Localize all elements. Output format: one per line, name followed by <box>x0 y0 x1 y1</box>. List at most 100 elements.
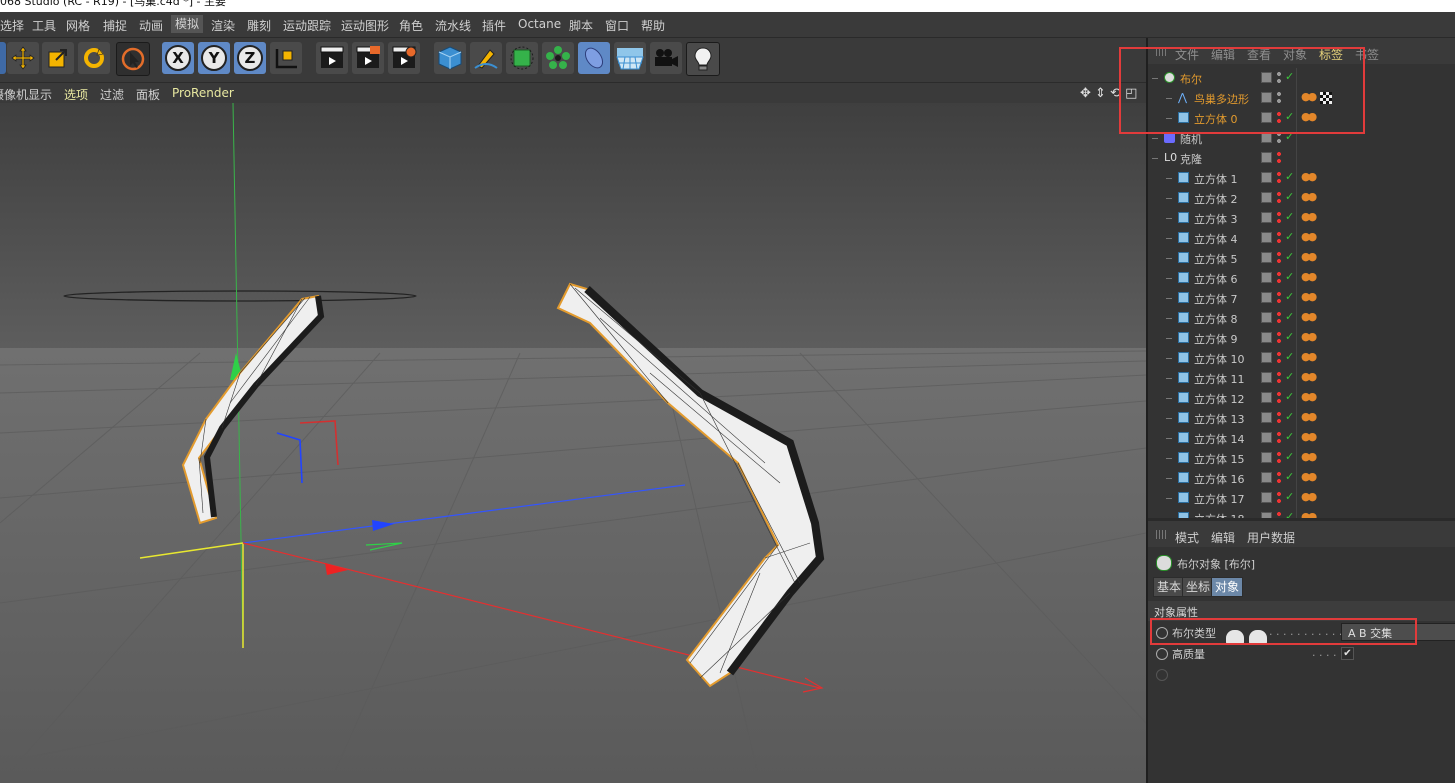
object-row[interactable]: L0 克隆 <box>1148 148 1455 168</box>
am-menu-user-data[interactable]: 用户数据 <box>1247 529 1295 546</box>
layer-swatch[interactable] <box>1261 492 1272 503</box>
object-row[interactable]: 立方体 13 ✓ ●● <box>1148 408 1455 428</box>
material-tag-icon[interactable]: ●● <box>1301 450 1317 463</box>
layer-swatch[interactable] <box>1261 472 1272 483</box>
layer-swatch[interactable] <box>1261 192 1272 203</box>
object-name[interactable]: 立方体 6 <box>1194 271 1238 287</box>
enabled-check-icon[interactable]: ✓ <box>1285 210 1294 223</box>
object-name[interactable]: 立方体 9 <box>1194 331 1238 347</box>
subdivision-icon[interactable] <box>506 42 538 74</box>
enabled-check-icon[interactable]: ✓ <box>1285 390 1294 403</box>
material-tag-icon[interactable]: ●● <box>1301 490 1317 503</box>
layer-swatch[interactable] <box>1261 252 1272 263</box>
menu-simulate[interactable]: 模拟 <box>171 15 204 33</box>
object-name[interactable]: 鸟巢多边形 <box>1194 91 1249 107</box>
object-row[interactable]: 立方体 2 ✓ ●● <box>1148 188 1455 208</box>
viewport-menu-panel[interactable]: 面板 <box>136 86 160 103</box>
boolean-type-dropdown[interactable]: A B 交集 <box>1341 623 1455 641</box>
tab-object[interactable]: 对象 <box>1211 577 1244 597</box>
visibility-dots-icon[interactable] <box>1277 391 1281 405</box>
tab-coordinates[interactable]: 坐标 <box>1182 577 1215 597</box>
visibility-dots-icon[interactable] <box>1277 211 1281 225</box>
rotate-icon[interactable] <box>78 42 110 74</box>
object-name[interactable]: 立方体 13 <box>1194 411 1245 427</box>
scale-icon[interactable] <box>42 42 74 74</box>
menu-animate[interactable]: 动画 <box>139 17 163 34</box>
object-name[interactable]: 立方体 17 <box>1194 491 1245 507</box>
move-icon[interactable] <box>7 42 39 74</box>
om-menu-objects[interactable]: 对象 <box>1283 46 1307 63</box>
om-menu-tags[interactable]: 标签 <box>1319 46 1343 63</box>
enabled-check-icon[interactable]: ✓ <box>1285 450 1294 463</box>
high-quality-checkbox[interactable]: ✔ <box>1341 647 1354 660</box>
material-tag-icon[interactable]: ●● <box>1301 110 1317 123</box>
checker-texture-tag-icon[interactable] <box>1320 92 1332 104</box>
menu-select[interactable]: 选择 <box>0 17 24 34</box>
enabled-check-icon[interactable]: ✓ <box>1285 470 1294 483</box>
x-axis-icon[interactable]: X <box>162 42 194 74</box>
menu-snap[interactable]: 捕捉 <box>103 17 127 34</box>
menu-sculpt[interactable]: 雕刻 <box>247 17 271 34</box>
layer-swatch[interactable] <box>1261 452 1272 463</box>
visibility-dots-icon[interactable] <box>1277 91 1281 105</box>
visibility-dots-icon[interactable] <box>1277 231 1281 245</box>
visibility-dots-icon[interactable] <box>1277 271 1281 285</box>
render-settings-icon[interactable] <box>388 42 420 74</box>
object-name[interactable]: 立方体 2 <box>1194 191 1238 207</box>
object-row[interactable]: 立方体 8 ✓ ●● <box>1148 308 1455 328</box>
om-menu-view[interactable]: 查看 <box>1247 46 1271 63</box>
material-tag-icon[interactable]: ●● <box>1301 90 1317 103</box>
enabled-check-icon[interactable]: ✓ <box>1285 350 1294 363</box>
layer-swatch[interactable] <box>1261 372 1272 383</box>
object-row[interactable]: 立方体 0 ✓ ●● <box>1148 108 1455 128</box>
enabled-check-icon[interactable]: ✓ <box>1285 250 1294 263</box>
panel-grip-icon[interactable] <box>1156 47 1168 56</box>
object-row[interactable]: 立方体 3 ✓ ●● <box>1148 208 1455 228</box>
enabled-check-icon[interactable]: ✓ <box>1285 490 1294 503</box>
layer-swatch[interactable] <box>1261 432 1272 443</box>
object-name[interactable]: 立方体 0 <box>1194 111 1238 127</box>
menu-script[interactable]: 脚本 <box>569 17 593 34</box>
material-tag-icon[interactable]: ●● <box>1301 170 1317 183</box>
floor-icon[interactable] <box>614 42 646 74</box>
camera-icon[interactable] <box>650 42 682 74</box>
menu-pipeline[interactable]: 流水线 <box>435 17 471 34</box>
object-name[interactable]: 立方体 15 <box>1194 451 1245 467</box>
cloner-icon[interactable] <box>542 42 574 74</box>
object-row[interactable]: 立方体 5 ✓ ●● <box>1148 248 1455 268</box>
om-menu-edit[interactable]: 编辑 <box>1211 46 1235 63</box>
material-tag-icon[interactable]: ●● <box>1301 230 1317 243</box>
high-quality-radio-icon[interactable] <box>1156 648 1168 660</box>
visibility-dots-icon[interactable] <box>1277 251 1281 265</box>
render-view-icon[interactable] <box>316 42 348 74</box>
layer-swatch[interactable] <box>1261 312 1272 323</box>
render-picture-icon[interactable] <box>352 42 384 74</box>
object-row[interactable]: 立方体 14 ✓ ●● <box>1148 428 1455 448</box>
viewport-menu-prorender[interactable]: ProRender <box>172 86 234 100</box>
panel-grip-icon[interactable] <box>1156 530 1168 539</box>
viewport-menu-filter[interactable]: 过滤 <box>100 86 124 103</box>
enabled-check-icon[interactable]: ✓ <box>1285 270 1294 283</box>
menu-render[interactable]: 渲染 <box>211 17 235 34</box>
viewport-menu-camera[interactable]: 摄像机 <box>0 86 28 103</box>
menu-motion-tracking[interactable]: 运动跟踪 <box>283 17 331 34</box>
am-menu-mode[interactable]: 模式 <box>1175 529 1199 546</box>
enabled-check-icon[interactable]: ✓ <box>1285 370 1294 383</box>
enabled-check-icon[interactable]: ✓ <box>1285 430 1294 443</box>
object-name[interactable]: 立方体 5 <box>1194 251 1238 267</box>
visibility-dots-icon[interactable] <box>1277 131 1281 145</box>
object-name[interactable]: 立方体 4 <box>1194 231 1238 247</box>
menu-help[interactable]: 帮助 <box>641 17 665 34</box>
om-menu-file[interactable]: 文件 <box>1175 46 1199 63</box>
layer-swatch[interactable] <box>1261 272 1272 283</box>
layer-swatch[interactable] <box>1261 352 1272 363</box>
tab-basic[interactable]: 基本 <box>1153 577 1186 597</box>
material-tag-icon[interactable]: ●● <box>1301 250 1317 263</box>
cube-icon[interactable] <box>434 42 466 74</box>
menu-plugins[interactable]: 插件 <box>482 17 506 34</box>
object-name[interactable]: 立方体 7 <box>1194 291 1238 307</box>
menu-octane[interactable]: Octane <box>518 17 561 31</box>
layer-swatch[interactable] <box>1261 72 1272 83</box>
visibility-dots-icon[interactable] <box>1277 71 1281 85</box>
material-tag-icon[interactable]: ●● <box>1301 330 1317 343</box>
